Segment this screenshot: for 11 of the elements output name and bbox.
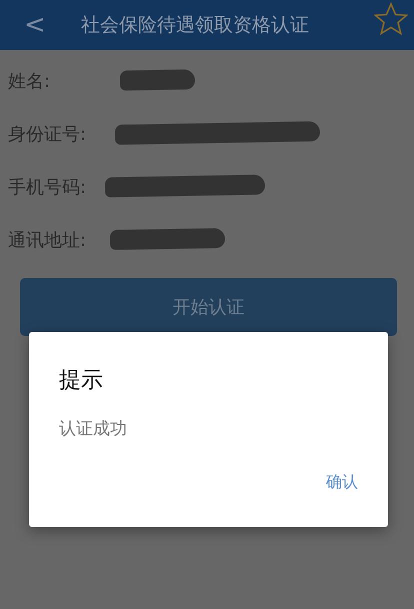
field-label: 姓名: [8,70,50,92]
start-button[interactable]: 开始认证 [20,278,397,336]
star-icon[interactable] [374,2,408,36]
back-button[interactable]: < [0,10,60,40]
page-title: 社会保险待遇领取资格认证 [81,13,309,38]
field-label: 通讯地址: [8,228,86,252]
dialog-title: 提示 [59,367,103,395]
confirm-button[interactable]: 确认 [316,468,368,497]
field-label: 手机号码: [8,176,86,198]
dialog-message: 认证成功 [59,418,127,440]
field-label: 身份证号: [8,122,86,146]
